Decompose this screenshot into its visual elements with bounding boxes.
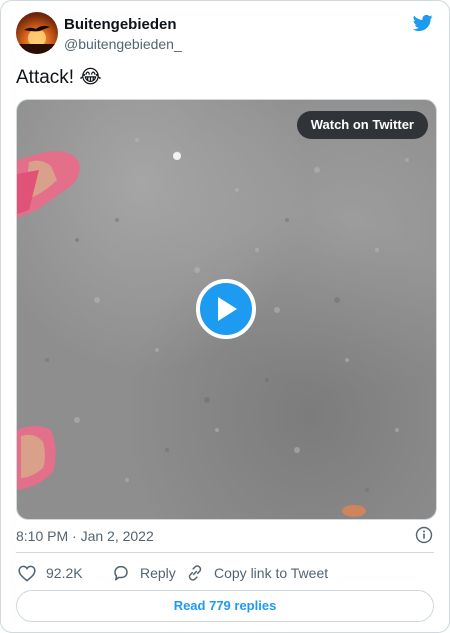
link-icon (188, 565, 202, 581)
tears-of-joy-emoji: 😂 (79, 66, 102, 88)
tweet-card: Buitengebieden @buitengebieden_ Attack! … (0, 0, 450, 633)
info-icon[interactable] (415, 526, 433, 544)
copy-link-button[interactable]: Copy link to Tweet (186, 562, 328, 584)
tweet-text: Attack! 😂 (16, 65, 102, 90)
tweet-text-content: Attack! (16, 67, 75, 88)
like-count: 92.2K (46, 565, 83, 581)
play-icon (218, 297, 237, 321)
reply-label: Reply (140, 565, 176, 581)
tweet-header: Buitengebieden @buitengebieden_ (16, 12, 434, 56)
twitter-bird-icon[interactable] (412, 13, 434, 33)
video-player[interactable]: Watch on Twitter (16, 99, 437, 520)
copy-link-label: Copy link to Tweet (214, 565, 329, 581)
author-name[interactable]: Buitengebieden (64, 16, 177, 34)
avatar[interactable] (16, 12, 58, 54)
heart-icon (18, 565, 36, 582)
divider (16, 552, 434, 553)
reply-button[interactable]: Reply (112, 562, 176, 584)
like-button[interactable]: 92.2K (18, 562, 83, 584)
author-handle[interactable]: @buitengebieden_ (64, 35, 182, 53)
read-replies-button[interactable]: Read 779 replies (16, 590, 434, 622)
tweet-timestamp[interactable]: 8:10 PM · Jan 2, 2022 (16, 527, 154, 545)
watch-on-twitter-button[interactable]: Watch on Twitter (296, 111, 428, 139)
reply-icon (114, 565, 128, 581)
play-button[interactable] (196, 279, 256, 339)
tweet-actions: 92.2K Reply Copy link to Tweet (16, 562, 434, 584)
